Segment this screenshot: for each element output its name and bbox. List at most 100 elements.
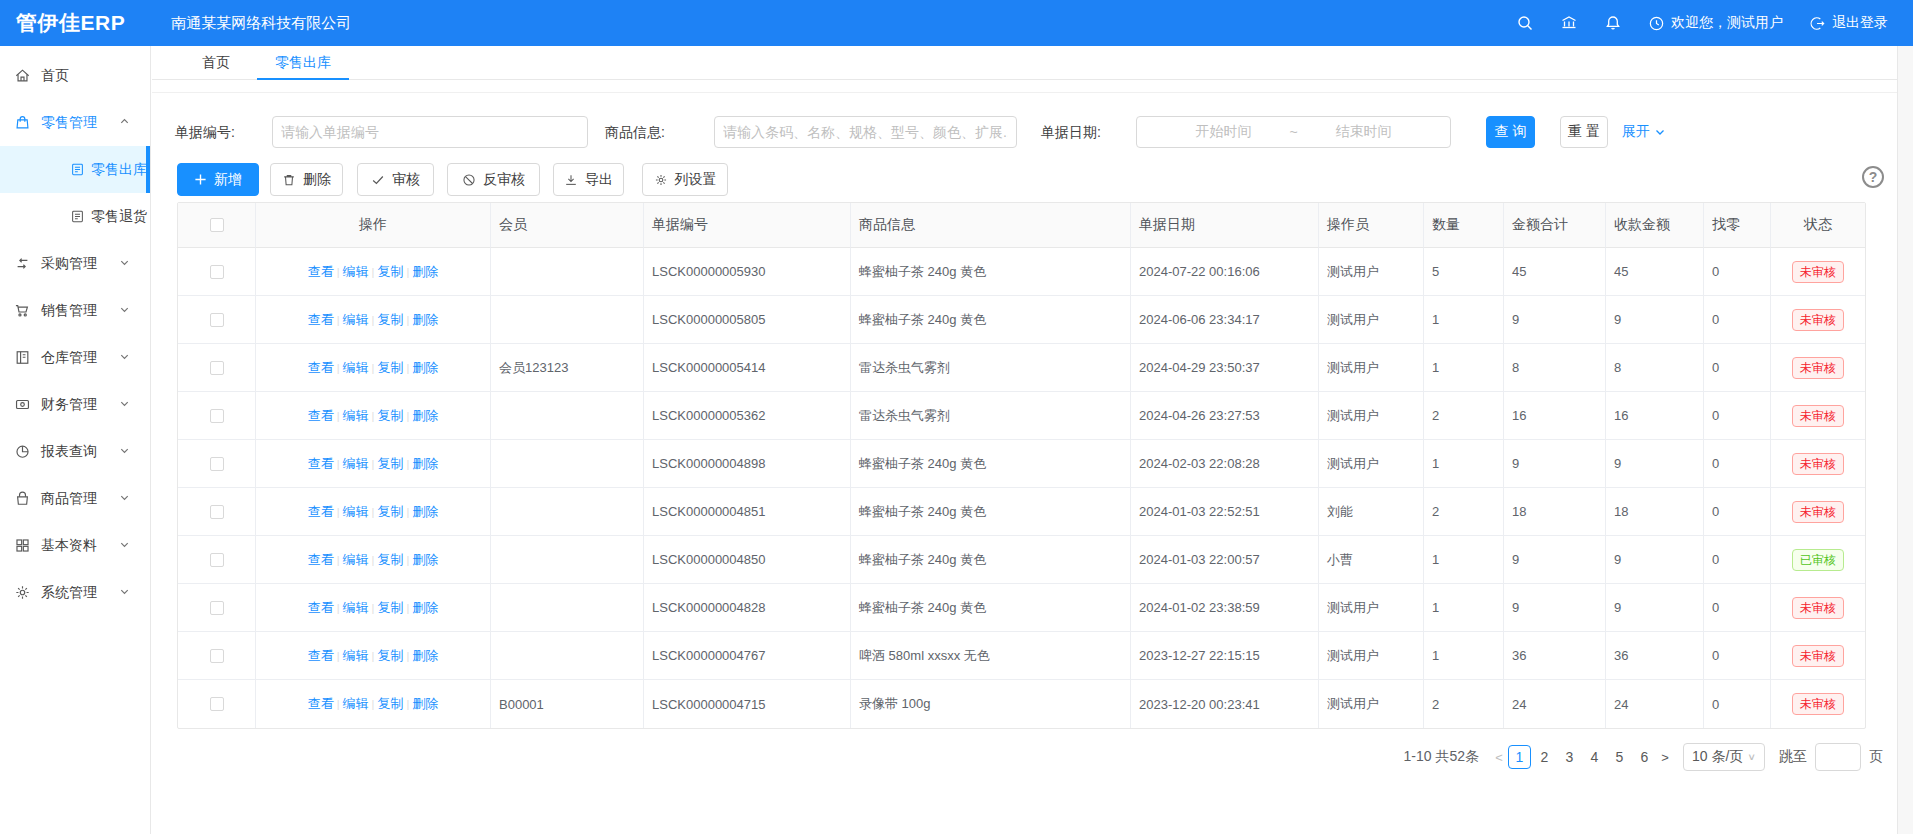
delete-link[interactable]: 删除: [412, 455, 438, 473]
reset-button[interactable]: 重 置: [1560, 116, 1608, 148]
scrollbar-track[interactable]: [1897, 46, 1913, 834]
row-checkbox[interactable]: [210, 265, 224, 279]
gear-icon: [654, 173, 668, 187]
edit-link[interactable]: 编辑: [343, 695, 369, 713]
product-info-input[interactable]: [714, 116, 1017, 148]
copy-link[interactable]: 复制: [377, 551, 403, 569]
edit-link[interactable]: 编辑: [343, 407, 369, 425]
row-checkbox[interactable]: [210, 649, 224, 663]
date-start-placeholder[interactable]: 开始时间: [1195, 123, 1251, 141]
page-1[interactable]: 1: [1508, 745, 1531, 769]
welcome-user[interactable]: 欢迎您，测试用户: [1648, 14, 1783, 32]
add-button[interactable]: 新增: [177, 163, 259, 196]
copy-link[interactable]: 复制: [377, 647, 403, 665]
tab-home[interactable]: 首页: [184, 46, 248, 80]
next-page-button[interactable]: >: [1657, 750, 1673, 765]
edit-link[interactable]: 编辑: [343, 599, 369, 617]
platform-icon[interactable]: [1560, 14, 1578, 32]
page-4[interactable]: 4: [1583, 745, 1606, 769]
sidebar-item-system[interactable]: 系统管理: [0, 569, 150, 616]
sidebar-item-home[interactable]: 首页: [0, 52, 150, 99]
delete-link[interactable]: 删除: [412, 311, 438, 329]
column-settings-button[interactable]: 列设置: [642, 163, 728, 196]
view-link[interactable]: 查看: [308, 455, 334, 473]
edit-link[interactable]: 编辑: [343, 311, 369, 329]
sidebar-item-retail-outbound[interactable]: 零售出库: [0, 146, 150, 193]
delete-link[interactable]: 删除: [412, 503, 438, 521]
view-link[interactable]: 查看: [308, 599, 334, 617]
row-checkbox[interactable]: [210, 553, 224, 567]
row-checkbox[interactable]: [210, 409, 224, 423]
copy-link[interactable]: 复制: [377, 407, 403, 425]
select-all-checkbox[interactable]: [210, 218, 224, 232]
row-checkbox[interactable]: [210, 697, 224, 711]
edit-link[interactable]: 编辑: [343, 647, 369, 665]
edit-link[interactable]: 编辑: [343, 263, 369, 281]
copy-link[interactable]: 复制: [377, 503, 403, 521]
prev-page-button[interactable]: <: [1491, 750, 1507, 765]
edit-link[interactable]: 编辑: [343, 359, 369, 377]
copy-link[interactable]: 复制: [377, 311, 403, 329]
delete-link[interactable]: 删除: [412, 599, 438, 617]
sidebar-item-basic-data[interactable]: 基本资料: [0, 522, 150, 569]
view-link[interactable]: 查看: [308, 551, 334, 569]
row-checkbox[interactable]: [210, 361, 224, 375]
edit-link[interactable]: 编辑: [343, 503, 369, 521]
copy-link[interactable]: 复制: [377, 263, 403, 281]
expand-link[interactable]: 展开: [1622, 116, 1666, 148]
delete-link[interactable]: 删除: [412, 407, 438, 425]
edit-link[interactable]: 编辑: [343, 551, 369, 569]
tab-retail-outbound[interactable]: 零售出库: [257, 46, 349, 80]
row-checkbox[interactable]: [210, 601, 224, 615]
table-row: 查看|编辑|复制|删除 LSCK00000004850 蜂蜜柚子茶 240g 黄…: [178, 536, 1865, 584]
sidebar-item-warehouse[interactable]: 仓库管理: [0, 334, 150, 381]
logout-button[interactable]: 退出登录: [1809, 14, 1888, 32]
delete-button[interactable]: 删除: [270, 163, 343, 196]
sidebar-item-finance[interactable]: 财务管理: [0, 381, 150, 428]
jump-input[interactable]: [1815, 743, 1861, 771]
view-link[interactable]: 查看: [308, 311, 334, 329]
sidebar-item-retail[interactable]: 零售管理: [0, 99, 150, 146]
sidebar-item-reports[interactable]: 报表查询: [0, 428, 150, 475]
delete-link[interactable]: 删除: [412, 263, 438, 281]
page-6[interactable]: 6: [1633, 745, 1656, 769]
delete-link[interactable]: 删除: [412, 551, 438, 569]
view-link[interactable]: 查看: [308, 407, 334, 425]
copy-link[interactable]: 复制: [377, 695, 403, 713]
date-end-placeholder[interactable]: 结束时间: [1336, 123, 1392, 141]
page-5[interactable]: 5: [1608, 745, 1631, 769]
delete-link[interactable]: 删除: [412, 359, 438, 377]
row-checkbox[interactable]: [210, 505, 224, 519]
doc-no-input[interactable]: [272, 116, 588, 148]
sidebar-item-purchase[interactable]: 采购管理: [0, 240, 150, 287]
search-button[interactable]: 查 询: [1486, 116, 1535, 148]
view-link[interactable]: 查看: [308, 359, 334, 377]
copy-link[interactable]: 复制: [377, 359, 403, 377]
page-2[interactable]: 2: [1533, 745, 1556, 769]
status-cell: 未审核: [1771, 632, 1865, 680]
view-link[interactable]: 查看: [308, 695, 334, 713]
edit-link[interactable]: 编辑: [343, 455, 369, 473]
date-range-input[interactable]: 开始时间 ~ 结束时间: [1136, 116, 1451, 148]
bell-icon[interactable]: [1604, 14, 1622, 32]
delete-link[interactable]: 删除: [412, 647, 438, 665]
sidebar-item-goods[interactable]: 商品管理: [0, 475, 150, 522]
row-checkbox[interactable]: [210, 313, 224, 327]
view-link[interactable]: 查看: [308, 503, 334, 521]
page-3[interactable]: 3: [1558, 745, 1581, 769]
unaudit-button[interactable]: 反审核: [447, 163, 540, 196]
copy-link[interactable]: 复制: [377, 455, 403, 473]
sidebar-item-sales[interactable]: 销售管理: [0, 287, 150, 334]
row-checkbox[interactable]: [210, 457, 224, 471]
export-button[interactable]: 导出: [553, 163, 624, 196]
copy-link[interactable]: 复制: [377, 599, 403, 617]
search-icon[interactable]: [1516, 14, 1534, 32]
delete-link[interactable]: 删除: [412, 695, 438, 713]
row-actions: 查看|编辑|复制|删除: [256, 536, 491, 584]
audit-button[interactable]: 审核: [357, 163, 434, 196]
view-link[interactable]: 查看: [308, 263, 334, 281]
page-size-select[interactable]: 10 条/页 ∨: [1683, 743, 1765, 771]
sidebar-item-retail-return[interactable]: 零售退货: [0, 193, 150, 240]
help-icon[interactable]: ?: [1862, 166, 1884, 188]
view-link[interactable]: 查看: [308, 647, 334, 665]
